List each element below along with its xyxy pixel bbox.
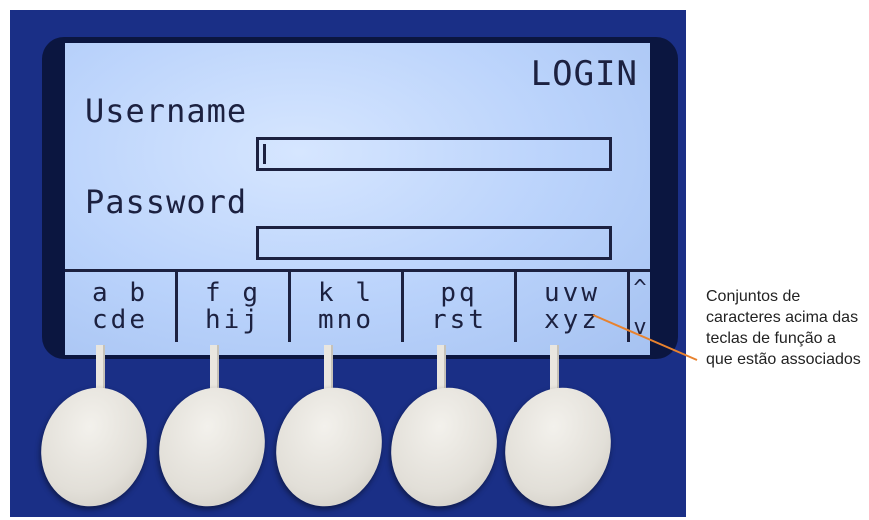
callout-leader-line <box>592 314 698 361</box>
callout-text: Conjuntos de caracteres acima das teclas… <box>706 288 861 368</box>
